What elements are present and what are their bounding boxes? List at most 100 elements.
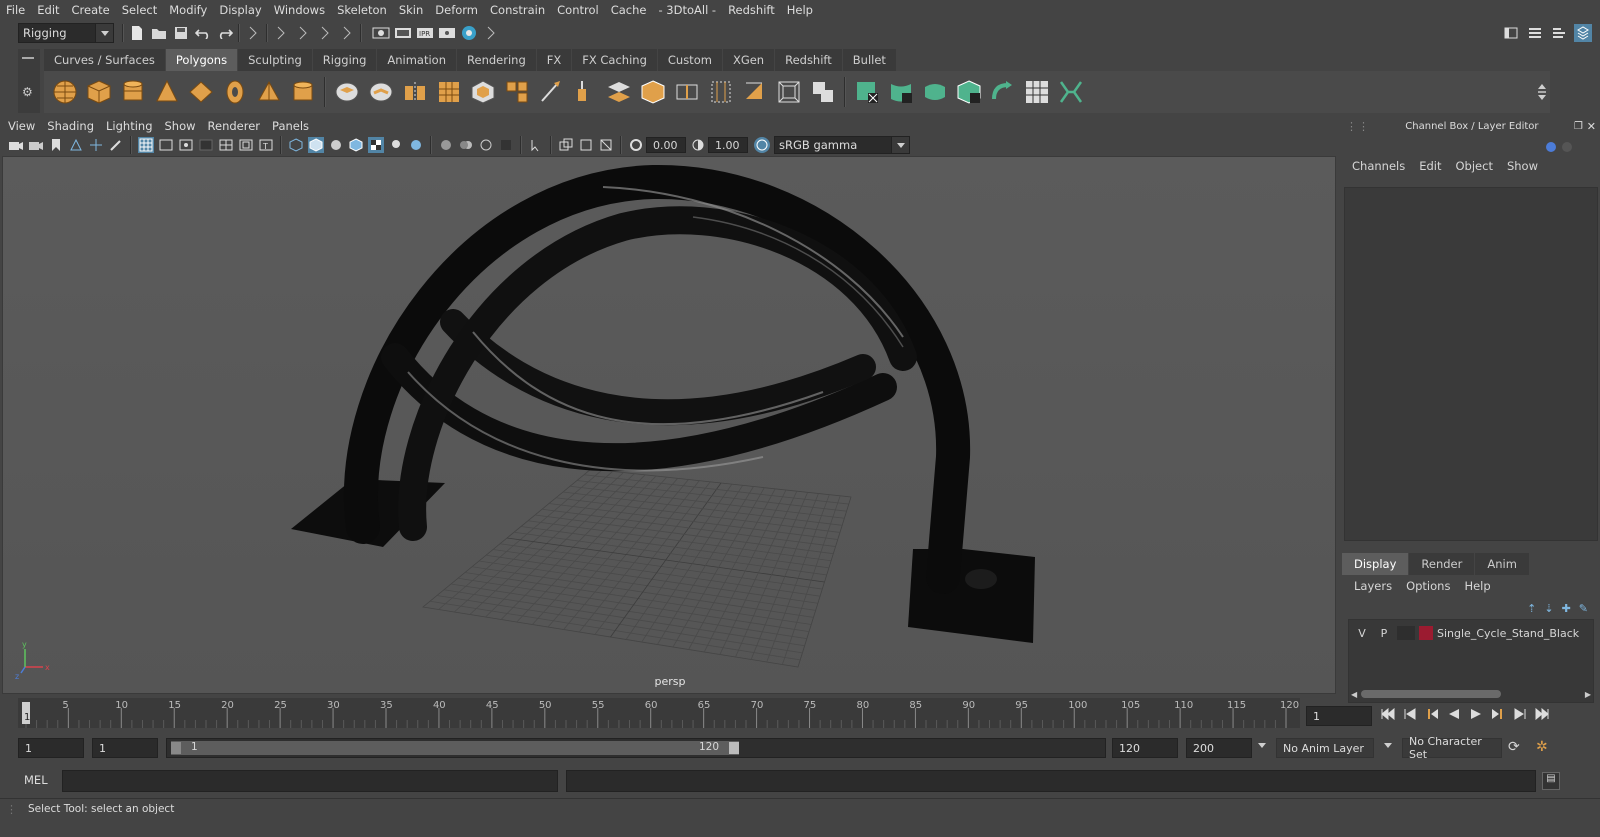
remesh-icon[interactable]	[502, 77, 532, 107]
time-slider[interactable]: 5 10 15 20 25 30 35 40 45 50 55 60 65 70 75 80 85 90 95 100…	[18, 698, 1300, 728]
render-settings-icon[interactable]	[438, 24, 456, 42]
channel-box-menu-edit[interactable]: Edit	[1419, 159, 1441, 177]
render-view-icon[interactable]	[372, 24, 390, 42]
uv-spherical-icon[interactable]	[920, 77, 950, 107]
chevron-down-icon[interactable]	[1258, 743, 1266, 748]
shelf-tab-custom[interactable]: Custom	[657, 49, 722, 71]
channel-box-menu-show[interactable]: Show	[1507, 159, 1538, 177]
menu-display[interactable]: Display	[213, 3, 267, 17]
gear-icon[interactable]: ⚙	[22, 85, 40, 99]
playback-end-field[interactable]: 120	[1112, 738, 1178, 758]
shelf-menu-icon[interactable]	[22, 57, 34, 59]
layer-tab-display[interactable]: Display	[1342, 553, 1409, 575]
2d-pan-zoom-icon[interactable]	[88, 137, 104, 153]
uv-automatic-icon[interactable]	[954, 77, 984, 107]
menu-3dtoall[interactable]: - 3DtoAll -	[652, 3, 722, 17]
selection-mask-icon[interactable]	[244, 24, 262, 42]
insert-edge-loop-icon[interactable]	[672, 77, 702, 107]
range-start-handle[interactable]	[171, 742, 181, 754]
offset-edge-loop-icon[interactable]	[706, 77, 736, 107]
channel-box-menu-object[interactable]: Object	[1456, 159, 1493, 177]
viewport-menu-view[interactable]: View	[2, 119, 41, 133]
save-scene-icon[interactable]	[172, 24, 190, 42]
menu-select[interactable]: Select	[116, 3, 163, 17]
color-space-dropdown[interactable]: sRGB gamma	[774, 136, 910, 154]
go-to-end-icon[interactable]	[1532, 705, 1552, 723]
render-frame-icon[interactable]	[394, 24, 412, 42]
range-slider-track[interactable]: 1 120	[166, 738, 1106, 758]
gamma-icon[interactable]	[690, 137, 706, 153]
layer-playback-toggle[interactable]: P	[1375, 627, 1393, 640]
shelf-tab-xgen[interactable]: XGen	[722, 49, 775, 71]
depth-of-field-icon[interactable]	[498, 137, 514, 153]
motion-blur-icon[interactable]	[458, 137, 474, 153]
camera-select-icon[interactable]	[8, 137, 24, 153]
viewport-menu-show[interactable]: Show	[159, 119, 202, 133]
menu-file[interactable]: File	[0, 3, 31, 17]
viewport-menu-renderer[interactable]: Renderer	[202, 119, 267, 133]
go-to-start-icon[interactable]	[1378, 705, 1398, 723]
layer-row[interactable]: V P Single_Cycle_Stand_Black	[1349, 624, 1593, 642]
smooth-icon[interactable]	[434, 77, 464, 107]
shelf-scroll[interactable]	[1538, 84, 1546, 100]
exposure-icon[interactable]	[628, 137, 644, 153]
smooth-shade-icon[interactable]	[308, 137, 324, 153]
uv-editor-icon[interactable]	[1022, 77, 1052, 107]
script-editor-icon[interactable]: ▤	[1542, 772, 1560, 790]
mirror-icon[interactable]	[400, 77, 430, 107]
undo-icon[interactable]	[194, 24, 212, 42]
layer-menu-options[interactable]: Options	[1406, 579, 1450, 593]
menu-modify[interactable]: Modify	[163, 3, 213, 17]
close-icon[interactable]: ✕	[1587, 120, 1596, 133]
menu-redshift[interactable]: Redshift	[722, 3, 781, 17]
shelf-tab-curves-surfaces[interactable]: Curves / Surfaces	[44, 49, 165, 71]
grease-pencil-icon[interactable]	[108, 137, 124, 153]
layer-editor-toggle-icon[interactable]	[1562, 142, 1572, 152]
ambient-occlusion-icon[interactable]	[438, 137, 454, 153]
channel-box-toggle-icon[interactable]	[1546, 142, 1556, 152]
uv-cylindrical-icon[interactable]	[886, 77, 916, 107]
gamma-field[interactable]: 1.00	[708, 137, 748, 153]
move-layer-down-icon[interactable]: ⇣	[1544, 602, 1553, 615]
viewport-menu-lighting[interactable]: Lighting	[100, 119, 158, 133]
shelf-tab-sculpting[interactable]: Sculpting	[238, 49, 312, 71]
poly-cylinder-icon[interactable]	[118, 77, 148, 107]
anim-prefs-icon[interactable]: ✲	[1536, 739, 1548, 755]
poly-cone-icon[interactable]	[152, 77, 182, 107]
shelf-tab-rendering[interactable]: Rendering	[457, 49, 536, 71]
poly-plane-icon[interactable]	[186, 77, 216, 107]
menu-help[interactable]: Help	[781, 3, 819, 17]
menu-skin[interactable]: Skin	[393, 3, 429, 17]
channel-box-icon[interactable]	[1574, 24, 1592, 42]
perspective-viewport[interactable]: x y z persp	[2, 156, 1336, 694]
redo-icon[interactable]	[216, 24, 234, 42]
ipr-render-icon[interactable]: IPR	[416, 24, 434, 42]
shelf-tab-rigging[interactable]: Rigging	[312, 49, 377, 71]
poly-cube-icon[interactable]	[84, 77, 114, 107]
camera-lock-icon[interactable]	[28, 137, 44, 153]
shelf-tab-polygons[interactable]: Polygons	[165, 49, 238, 71]
shadows-icon[interactable]	[408, 137, 424, 153]
step-forward-frame-icon[interactable]	[1488, 705, 1508, 723]
target-weld-icon[interactable]	[740, 77, 770, 107]
xray-joints-icon[interactable]	[578, 137, 594, 153]
menu-edit[interactable]: Edit	[31, 3, 65, 17]
exposure-field[interactable]: 0.00	[646, 137, 686, 153]
viewport-menu-shading[interactable]: Shading	[41, 119, 100, 133]
layer-display-type[interactable]	[1397, 626, 1415, 640]
key-prefs-icon[interactable]: ⟳	[1508, 739, 1520, 755]
anim-layer-dropdown[interactable]: No Anim Layer	[1276, 738, 1374, 758]
layer-menu-help[interactable]: Help	[1464, 579, 1490, 593]
command-input[interactable]	[62, 770, 558, 792]
xray-icon[interactable]	[558, 137, 574, 153]
snap-point-icon[interactable]	[316, 24, 334, 42]
default-material-icon[interactable]	[328, 137, 344, 153]
lights-icon[interactable]	[388, 137, 404, 153]
end-time-field[interactable]: 200	[1186, 738, 1252, 758]
crease-icon[interactable]	[774, 77, 804, 107]
tool-settings-icon[interactable]	[1550, 24, 1568, 42]
menu-set-dropdown[interactable]: Rigging	[18, 23, 114, 43]
xray-components-icon[interactable]	[598, 137, 614, 153]
multisample-aa-icon[interactable]	[478, 137, 494, 153]
snap-grid-icon[interactable]	[272, 24, 290, 42]
